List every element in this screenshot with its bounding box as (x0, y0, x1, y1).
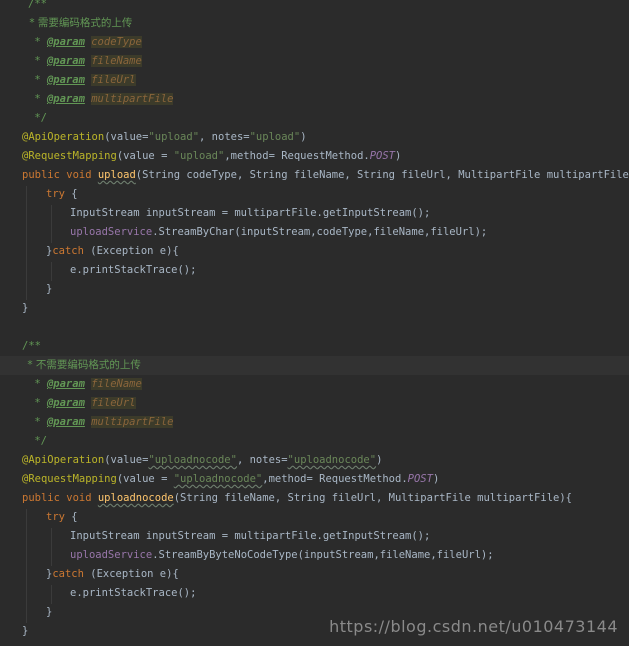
code-line: }catch (Exception e){ (46, 568, 179, 580)
code-line: e.printStackTrace(); (70, 261, 629, 280)
indent-guide (51, 528, 52, 566)
field-reference: uploadService (70, 226, 153, 238)
string-literal: "upload" (148, 131, 200, 143)
code-line: } (22, 302, 29, 314)
doc-comment-open: /** (22, 340, 41, 352)
code-line: */ (28, 109, 629, 128)
statement: InputStream inputStream = multipartFile.… (70, 207, 431, 219)
code-line: }catch (Exception e){ (46, 245, 179, 257)
keyword: public void (22, 169, 98, 181)
doc-comment-description: * 需要编码格式的上传 (26, 17, 133, 29)
doc-tag: @param (46, 93, 85, 105)
string-literal: "uploadnocode" (287, 454, 377, 466)
method-params: (String fileName, String fileUrl, Multip… (173, 492, 572, 504)
code-line: * @param multipartFile (28, 93, 174, 105)
doc-param-name: codeType (91, 36, 142, 48)
method-name: uploadnocode (97, 492, 174, 504)
code-line: public void uploadnocode(String fileName… (22, 489, 629, 508)
string-literal: "uploadnocode" (173, 473, 263, 485)
code-line: try { (46, 511, 78, 523)
keyword: public void (22, 492, 98, 504)
annotation: @ApiOperation (22, 454, 105, 466)
doc-tag: @param (46, 36, 85, 48)
doc-tag: @param (46, 397, 85, 409)
statement: .StreamByByteNoCodeType(inputStream,file… (152, 549, 494, 561)
annotation: @RequestMapping (22, 150, 117, 162)
doc-param-name: fileUrl (91, 74, 136, 86)
string-literal: "uploadnocode" (148, 454, 237, 466)
field-reference: uploadService (70, 549, 153, 561)
code-line: */ (28, 432, 629, 451)
doc-tag: @param (46, 74, 85, 86)
doc-param-name: fileUrl (91, 397, 136, 409)
code-line: * @param fileName (28, 55, 142, 67)
annotation: @ApiOperation (22, 131, 105, 143)
statement: InputStream inputStream = multipartFile.… (70, 530, 431, 542)
code-line: @ApiOperation(value="uploadnocode", note… (22, 454, 383, 466)
watermark: https://blog.csdn.net/u010473144 (329, 617, 618, 636)
annotation: @RequestMapping (22, 473, 117, 485)
code-line: } (46, 283, 53, 295)
code-line: * 需要编码格式的上传 (26, 14, 629, 33)
code-line: @RequestMapping(value = "uploadnocode",m… (22, 473, 440, 485)
code-line: * @param codeType (28, 36, 142, 48)
doc-comment-close: */ (28, 112, 47, 124)
current-line: * 不需要编码格式的上传 (0, 356, 629, 375)
code-line: uploadService.StreamByChar(inputStream,c… (70, 223, 629, 242)
code-line: uploadService.StreamByByteNoCodeType(inp… (70, 546, 629, 565)
code-line: * @param fileUrl (28, 397, 136, 409)
keyword: try (46, 511, 65, 523)
statement: e.printStackTrace(); (70, 264, 197, 276)
method-name: upload (97, 169, 136, 181)
method-params: (String codeType, String fileName, Strin… (135, 169, 629, 181)
code-line: /** (22, 337, 629, 356)
code-line: /** (28, 0, 629, 14)
string-literal: "upload" (173, 150, 225, 162)
code-line: @RequestMapping(value = "upload",method=… (22, 150, 402, 162)
keyword: try (46, 188, 65, 200)
enum-constant: POST (369, 150, 396, 162)
doc-tag: @param (46, 55, 85, 67)
code-line: @ApiOperation(value="upload", notes="upl… (22, 131, 307, 143)
code-line: InputStream inputStream = multipartFile.… (70, 204, 629, 223)
enum-constant: POST (407, 473, 433, 485)
code-line: InputStream inputStream = multipartFile.… (70, 527, 629, 546)
doc-param-name: fileName (91, 55, 142, 67)
doc-comment-open: /** (28, 0, 47, 10)
code-line: * @param fileUrl (28, 74, 136, 86)
code-line: e.printStackTrace(); (70, 584, 629, 603)
doc-tag: @param (46, 378, 85, 390)
doc-param-name: multipartFile (91, 93, 174, 105)
code-editor[interactable]: /** * 需要编码格式的上传 * @param codeType * @par… (0, 0, 629, 646)
indent-guide (51, 205, 52, 243)
keyword: catch (52, 245, 84, 257)
doc-comment-close: */ (28, 435, 47, 447)
doc-param-name: multipartFile (91, 416, 174, 428)
indent-guide (51, 262, 52, 281)
string-literal: "upload" (249, 131, 301, 143)
keyword: catch (52, 568, 84, 580)
doc-param-name: fileName (91, 378, 142, 390)
indent-guide (26, 186, 27, 300)
code-line: * @param multipartFile (28, 416, 174, 428)
doc-comment-description: * 不需要编码格式的上传 (24, 359, 141, 371)
doc-tag: @param (46, 416, 85, 428)
indent-guide (26, 509, 27, 623)
indent-guide (51, 585, 52, 604)
code-line: * @param fileName (28, 378, 142, 390)
code-line: try { (46, 188, 78, 200)
code-line: public void upload(String codeType, Stri… (22, 166, 629, 185)
statement: .StreamByChar(inputStream,codeType,fileN… (152, 226, 488, 238)
statement: e.printStackTrace(); (70, 587, 197, 599)
